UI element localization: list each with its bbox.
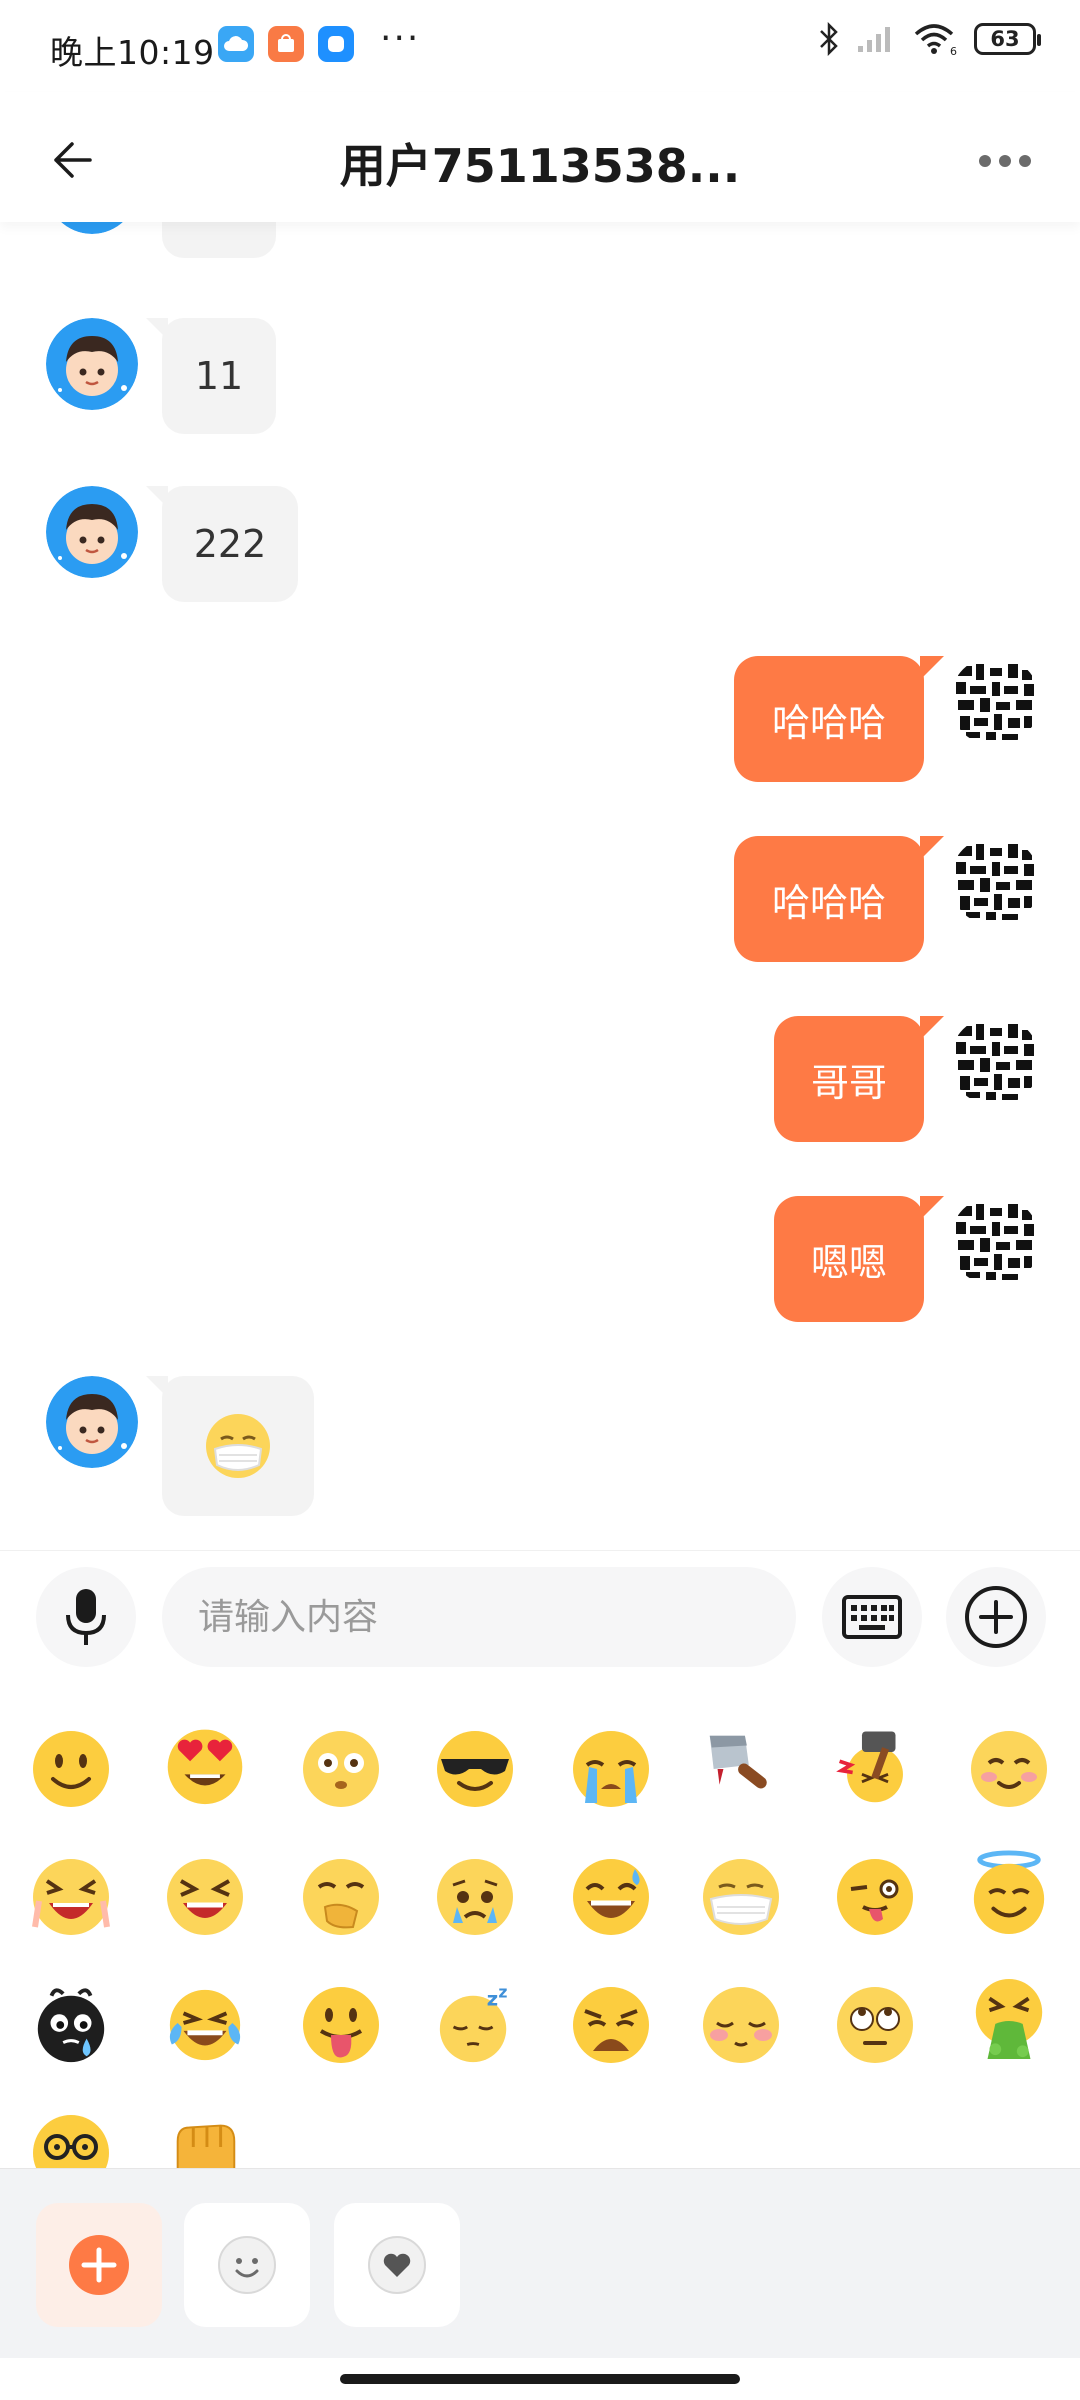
message-incoming: 11 (0, 318, 1080, 438)
emoji-pleading-tears-icon[interactable] (434, 1856, 516, 1938)
keyboard-button[interactable] (822, 1567, 922, 1667)
contact-avatar[interactable] (46, 486, 138, 578)
emoji-sunglasses-icon[interactable] (434, 1728, 516, 1810)
message-bubble[interactable]: 哥哥 (774, 1016, 944, 1142)
dot-icon (1019, 155, 1031, 167)
message-bubble[interactable]: 11 (146, 318, 276, 434)
arrow-left-icon (54, 142, 92, 178)
contact-avatar[interactable] (46, 222, 138, 234)
user-avatar[interactable] (950, 656, 1040, 746)
message-incoming: 222 (0, 486, 1080, 606)
tab-favorites[interactable] (334, 2203, 460, 2327)
svg-text:6: 6 (950, 45, 957, 56)
dot-icon (999, 155, 1011, 167)
message-outgoing: 哥哥 (0, 1016, 1080, 1146)
emoji-tongue-out-icon[interactable] (300, 1984, 382, 2066)
emoji-rolling-eyes-icon[interactable] (834, 1984, 916, 2066)
emoji-hand-over-mouth-icon[interactable] (300, 1856, 382, 1938)
message-text: 嗯嗯 (810, 1240, 887, 1285)
emoji-nerd-glasses-icon[interactable] (30, 2112, 112, 2168)
voice-button[interactable] (36, 1567, 136, 1667)
message-bubble[interactable]: 11 (162, 222, 276, 258)
emoji-halo-icon[interactable] (968, 1850, 1050, 1934)
signal-icon (858, 27, 890, 52)
emoji-sleepy-icon[interactable]: zz (434, 1984, 516, 2066)
emoji-fist-icon[interactable] (164, 2108, 246, 2168)
svg-text:z: z (498, 1984, 507, 2002)
wifi-icon: 6 (914, 24, 957, 56)
emoji-cleaver-icon[interactable] (700, 1726, 782, 1808)
heart-icon (368, 2236, 426, 2294)
emoji-crying-icon[interactable] (570, 1728, 652, 1810)
bluetooth-icon (820, 22, 838, 56)
svg-text:z: z (487, 1987, 498, 2010)
message-text: 11 (194, 354, 244, 398)
emoji-grin-squint-icon[interactable] (164, 1856, 246, 1938)
message-text: 哈哈哈 (771, 700, 886, 745)
emoji-black-crying-ball-icon[interactable] (30, 1984, 112, 2066)
emoji-laugh-shout-icon[interactable] (30, 1856, 112, 1938)
smiley-icon (218, 2236, 276, 2294)
emoji-flushed-icon[interactable] (300, 1728, 382, 1810)
plus-icon (69, 2235, 129, 2295)
emoji-panel[interactable]: zz (0, 1680, 1080, 2168)
message-bubble[interactable]: 嗯嗯 (774, 1196, 944, 1322)
emoji-hammer-hit-icon[interactable] (834, 1724, 916, 1806)
emoji-tears-of-joy-icon[interactable] (164, 1984, 246, 2066)
emoji-wink-tongue-icon[interactable] (834, 1856, 916, 1938)
user-avatar[interactable] (950, 1016, 1040, 1106)
emoji-shy-blush-icon[interactable] (700, 1984, 782, 2066)
message-incoming (0, 1376, 1080, 1526)
battery-level: 63 (990, 27, 1020, 51)
tab-emoji[interactable] (184, 2203, 310, 2327)
status-bar: 晚上10:19 ··· 6 63 (0, 0, 1080, 92)
user-avatar[interactable] (950, 836, 1040, 926)
battery-indicator: 63 (974, 23, 1041, 55)
contact-avatar[interactable] (46, 318, 138, 410)
page-title: 用户75113538... (339, 139, 741, 193)
add-attachment-button[interactable] (946, 1567, 1046, 1667)
message-bubble[interactable]: 哈哈哈 (734, 656, 944, 782)
emoji-sweat-smile-icon[interactable] (570, 1856, 652, 1938)
home-indicator[interactable] (340, 2374, 740, 2384)
message-list[interactable]: 11 11 222 哈哈哈 哈哈哈 (0, 222, 1080, 1550)
mask-emoji-icon (206, 1414, 270, 1478)
shopping-app-icon (268, 26, 304, 62)
message-bubble[interactable] (146, 1376, 314, 1516)
tab-add-sticker[interactable] (36, 2203, 162, 2327)
contact-avatar[interactable] (46, 1376, 138, 1468)
message-input[interactable] (162, 1567, 796, 1667)
microphone-icon (66, 1589, 106, 1645)
back-button[interactable] (44, 132, 100, 188)
status-time: 晚上10:19 (50, 33, 215, 72)
chat-app-icon (318, 26, 354, 62)
chat-header: 用户75113538... (0, 92, 1080, 222)
message-outgoing: 嗯嗯 (0, 1196, 1080, 1326)
message-outgoing: 哈哈哈 (0, 836, 1080, 966)
more-notifications-icon: ··· (380, 18, 421, 59)
emoji-tab-bar (0, 2168, 1080, 2358)
keyboard-icon (842, 1595, 902, 1639)
emoji-heart-eyes-icon[interactable] (164, 1724, 246, 1806)
cloud-app-icon (218, 26, 254, 62)
dot-icon (979, 155, 991, 167)
message-incoming: 11 (0, 222, 1080, 292)
message-text: 哥哥 (810, 1060, 887, 1105)
status-right-icons: 6 63 (818, 22, 1041, 56)
emoji-blush-icon[interactable] (968, 1728, 1050, 1810)
emoji-weary-icon[interactable] (570, 1984, 652, 2066)
plus-circle-icon (965, 1586, 1027, 1648)
emoji-vomiting-icon[interactable] (968, 1978, 1050, 2060)
emoji-mask-icon[interactable] (700, 1856, 782, 1938)
message-bubble[interactable]: 222 (146, 486, 298, 602)
message-outgoing: 哈哈哈 (0, 656, 1080, 786)
user-avatar[interactable] (950, 1196, 1040, 1286)
message-bubble[interactable]: 哈哈哈 (734, 836, 944, 962)
message-text: 222 (193, 522, 267, 566)
input-bar (0, 1550, 1080, 1680)
message-text: 哈哈哈 (771, 880, 886, 925)
emoji-smile-icon[interactable] (30, 1728, 112, 1810)
more-options-button[interactable] (970, 136, 1040, 186)
